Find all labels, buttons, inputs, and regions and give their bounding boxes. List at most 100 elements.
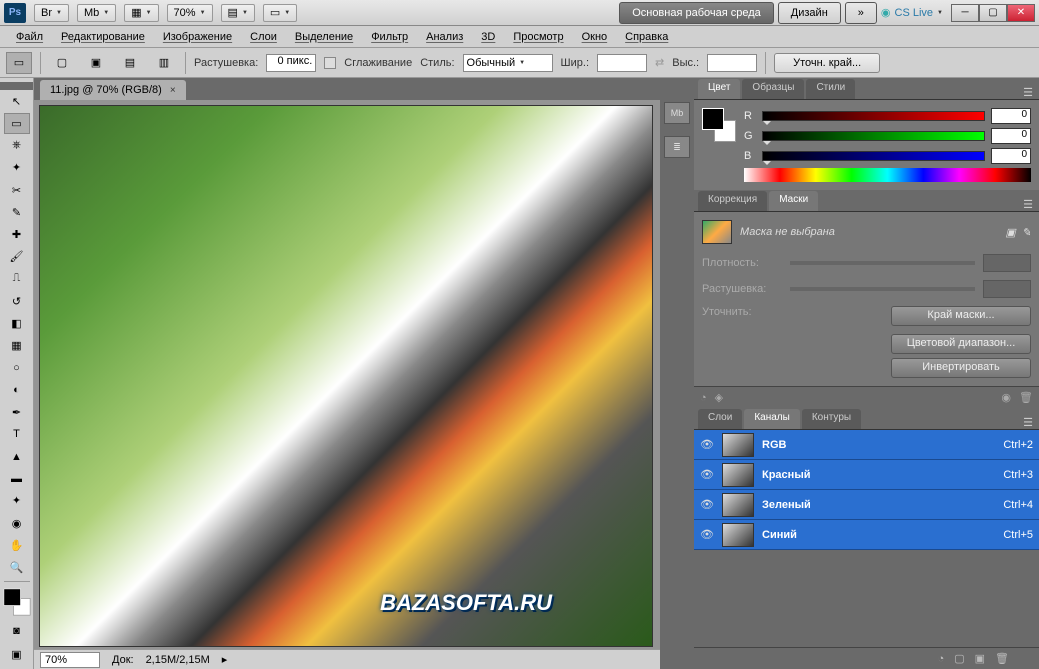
minibridge-panel-icon[interactable]: Mb: [664, 102, 690, 124]
color-spectrum[interactable]: [744, 168, 1031, 182]
refine-edge-button[interactable]: Уточн. край...: [774, 53, 880, 73]
history-panel-icon[interactable]: ≣: [664, 136, 690, 158]
color-swatches[interactable]: [3, 588, 30, 615]
extras-button[interactable]: ▭: [263, 4, 297, 22]
layers-tab[interactable]: Слои: [698, 409, 742, 429]
add-selection-icon[interactable]: ▣: [83, 52, 109, 74]
workspace-main-button[interactable]: Основная рабочая среда: [619, 2, 774, 24]
menu-window[interactable]: Окно: [574, 28, 616, 46]
menu-select[interactable]: Выделение: [287, 28, 361, 46]
mask-delete-icon[interactable]: 🗑: [1019, 391, 1033, 404]
pixel-mask-icon[interactable]: ▣: [1005, 226, 1015, 239]
canvas-image[interactable]: [40, 106, 652, 646]
move-tool[interactable]: ↖: [4, 91, 30, 112]
menu-edit[interactable]: Редактирование: [53, 28, 153, 46]
intersect-selection-icon[interactable]: ▥: [151, 52, 177, 74]
new-selection-icon[interactable]: ▢: [49, 52, 75, 74]
color-tab[interactable]: Цвет: [698, 79, 740, 99]
current-tool-icon[interactable]: ▭: [6, 52, 32, 74]
color-range-button[interactable]: Цветовой диапазон...: [891, 334, 1031, 354]
menu-view[interactable]: Просмотр: [505, 28, 571, 46]
3d-camera-tool[interactable]: ◉: [4, 513, 30, 534]
invert-button[interactable]: Инвертировать: [891, 358, 1031, 378]
3d-tool[interactable]: ✦: [4, 490, 30, 511]
visibility-icon[interactable]: 👁: [700, 438, 714, 452]
menu-analysis[interactable]: Анализ: [418, 28, 471, 46]
channels-tab[interactable]: Каналы: [744, 409, 800, 429]
visibility-icon[interactable]: 👁: [700, 528, 714, 542]
channel-row[interactable]: 👁КрасныйCtrl+3: [694, 460, 1039, 490]
path-select-tool[interactable]: ▲: [4, 446, 30, 467]
zoom-tool[interactable]: 🔍: [4, 557, 30, 578]
cslive-button[interactable]: CS Live: [881, 6, 943, 19]
antialias-checkbox[interactable]: [324, 57, 336, 69]
minibridge-button[interactable]: Mb: [77, 4, 116, 22]
visibility-icon[interactable]: 👁: [700, 468, 714, 482]
menu-file[interactable]: Файл: [8, 28, 51, 46]
feather-input[interactable]: 0 пикс.: [266, 54, 316, 72]
mask-load-icon[interactable]: ◔: [700, 392, 707, 404]
vector-mask-icon[interactable]: ✎: [1022, 226, 1031, 239]
load-channel-icon[interactable]: ◔: [938, 653, 945, 665]
maximize-button[interactable]: ▢: [979, 4, 1007, 22]
mask-edge-button[interactable]: Край маски...: [891, 306, 1031, 326]
r-value[interactable]: 0: [991, 108, 1031, 124]
quickmask-tool[interactable]: ◙: [4, 620, 30, 642]
screen-mode-button[interactable]: ▦: [124, 4, 158, 22]
menu-help[interactable]: Справка: [617, 28, 676, 46]
delete-channel-icon[interactable]: 🗑: [995, 652, 1009, 665]
b-slider[interactable]: [762, 151, 985, 161]
stamp-tool[interactable]: ⎍: [4, 268, 30, 289]
workspace-design-button[interactable]: Дизайн: [778, 2, 841, 24]
channel-row[interactable]: 👁ЗеленыйCtrl+4: [694, 490, 1039, 520]
r-slider[interactable]: [762, 111, 985, 121]
close-tab-icon[interactable]: ×: [170, 85, 176, 96]
correction-tab[interactable]: Коррекция: [698, 191, 767, 211]
mask-disable-icon[interactable]: ◉: [1001, 391, 1011, 404]
menu-image[interactable]: Изображение: [155, 28, 240, 46]
paths-tab[interactable]: Контуры: [802, 409, 861, 429]
hand-tool[interactable]: ✋: [4, 535, 30, 556]
dodge-tool[interactable]: ◐: [4, 379, 30, 400]
eyedropper-tool[interactable]: ✎: [4, 202, 30, 223]
wand-tool[interactable]: ✦: [4, 157, 30, 178]
mask-apply-icon[interactable]: ◈: [715, 391, 723, 404]
pen-tool[interactable]: ✒: [4, 402, 30, 423]
screenmode-tool[interactable]: ▣: [4, 643, 30, 665]
channel-row[interactable]: 👁RGBCtrl+2: [694, 430, 1039, 460]
menu-3d[interactable]: 3D: [473, 28, 503, 46]
masks-panel-menu-icon[interactable]: ☰: [1017, 198, 1039, 211]
save-channel-icon[interactable]: ▢: [954, 652, 964, 665]
density-value[interactable]: [983, 254, 1031, 272]
channel-row[interactable]: 👁СинийCtrl+5: [694, 520, 1039, 550]
color-panel-menu-icon[interactable]: ☰: [1017, 86, 1039, 99]
type-tool[interactable]: T: [4, 424, 30, 445]
mask-feather-value[interactable]: [983, 280, 1031, 298]
document-tab[interactable]: 11.jpg @ 70% (RGB/8) ×: [40, 80, 186, 100]
styles-tab[interactable]: Стили: [806, 79, 855, 99]
lasso-tool[interactable]: ⎈: [4, 135, 30, 156]
statusbar-menu-icon[interactable]: ▸: [222, 653, 228, 666]
history-brush-tool[interactable]: ↺: [4, 291, 30, 312]
b-value[interactable]: 0: [991, 148, 1031, 164]
g-value[interactable]: 0: [991, 128, 1031, 144]
subtract-selection-icon[interactable]: ▤: [117, 52, 143, 74]
zoom-field[interactable]: 70%: [40, 652, 100, 668]
heal-tool[interactable]: ✚: [4, 224, 30, 245]
zoom-level-dropdown[interactable]: 70%: [167, 4, 213, 22]
density-slider[interactable]: [790, 261, 975, 265]
gradient-tool[interactable]: ▦: [4, 335, 30, 356]
marquee-tool[interactable]: ▭: [4, 113, 30, 134]
mask-feather-slider[interactable]: [790, 287, 975, 291]
g-slider[interactable]: [762, 131, 985, 141]
close-button[interactable]: ✕: [1007, 4, 1035, 22]
menu-filter[interactable]: Фильтр: [363, 28, 416, 46]
workspace-more-button[interactable]: »: [845, 2, 877, 24]
visibility-icon[interactable]: 👁: [700, 498, 714, 512]
panel-color-swatches[interactable]: [702, 108, 736, 142]
eraser-tool[interactable]: ◧: [4, 313, 30, 334]
minimize-button[interactable]: ─: [951, 4, 979, 22]
menu-layer[interactable]: Слои: [242, 28, 285, 46]
masks-tab[interactable]: Маски: [769, 191, 818, 211]
style-select[interactable]: Обычный: [463, 54, 553, 72]
